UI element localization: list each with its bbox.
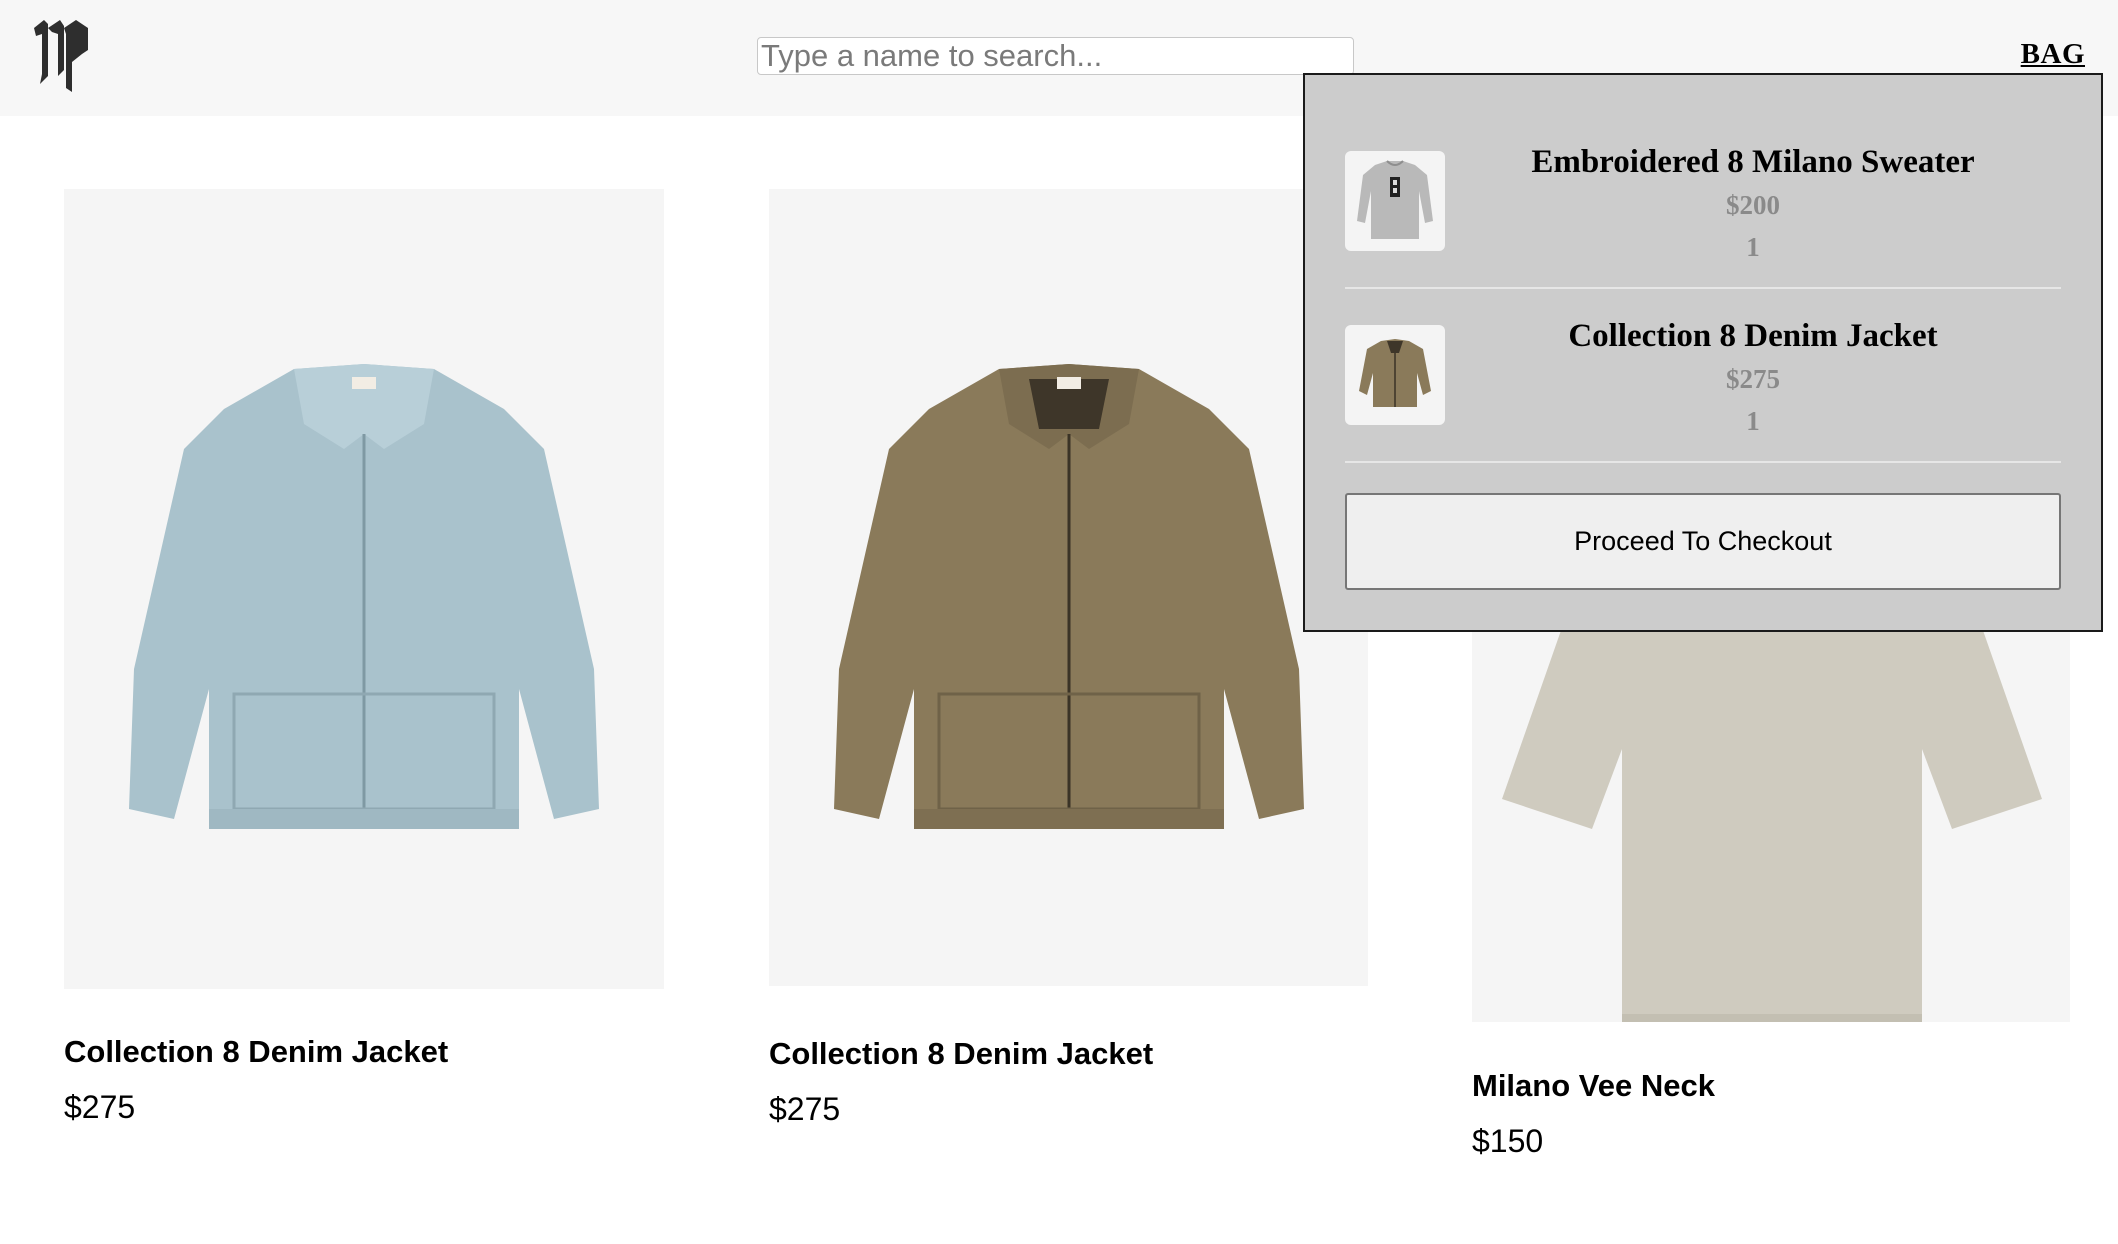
- grey-sweater-icon: [1357, 160, 1433, 239]
- product-price: $150: [1472, 1123, 1544, 1159]
- product-image[interactable]: [769, 189, 1368, 986]
- search-input[interactable]: [757, 37, 1354, 75]
- cream-tshirt-icon: [1502, 569, 2042, 1022]
- product-price: $275: [64, 1089, 136, 1125]
- bag-item: Embroidered 8 Milano Sweater $200 1: [1345, 144, 2061, 325]
- light-blue-denim-jacket-icon: [129, 364, 599, 829]
- product-name[interactable]: Collection 8 Denim Jacket: [64, 1034, 448, 1070]
- proceed-to-checkout-button[interactable]: Proceed To Checkout: [1345, 493, 2061, 590]
- gothic-monogram-logo-icon[interactable]: [30, 14, 92, 96]
- product-card[interactable]: Collection 8 Denim Jacket $275: [64, 189, 664, 1149]
- bag-link[interactable]: BAG: [2021, 38, 2085, 71]
- grey-sweater-thumbnail[interactable]: [1345, 151, 1445, 251]
- bag-item-name[interactable]: Embroidered 8 Milano Sweater: [1445, 143, 2061, 181]
- bag-item-name[interactable]: Collection 8 Denim Jacket: [1445, 317, 2061, 355]
- bag-item-info: Collection 8 Denim Jacket $275 1: [1445, 318, 2061, 437]
- bag-item-price: $200: [1726, 190, 1780, 220]
- bag-item-quantity: 1: [1746, 232, 1760, 262]
- bag-item-info: Embroidered 8 Milano Sweater $200 1: [1445, 144, 2061, 263]
- product-name[interactable]: Collection 8 Denim Jacket: [769, 1036, 1153, 1072]
- product-image[interactable]: [64, 189, 664, 989]
- brown-jacket-thumbnail[interactable]: [1345, 325, 1445, 425]
- bag-item-quantity: 1: [1746, 406, 1760, 436]
- bag-dropdown: Embroidered 8 Milano Sweater $200 1 Coll…: [1303, 73, 2103, 632]
- brown-jacket-icon: [1359, 339, 1431, 407]
- bag-item: Collection 8 Denim Jacket $275 1: [1345, 318, 2061, 499]
- product-name[interactable]: Milano Vee Neck: [1472, 1068, 1715, 1104]
- olive-brown-denim-jacket-icon: [834, 364, 1304, 829]
- bag-divider: [1345, 287, 2061, 289]
- product-price: $275: [769, 1091, 841, 1127]
- product-card[interactable]: Collection 8 Denim Jacket $275: [769, 189, 1369, 1149]
- bag-item-price: $275: [1726, 364, 1780, 394]
- bag-divider: [1345, 461, 2061, 463]
